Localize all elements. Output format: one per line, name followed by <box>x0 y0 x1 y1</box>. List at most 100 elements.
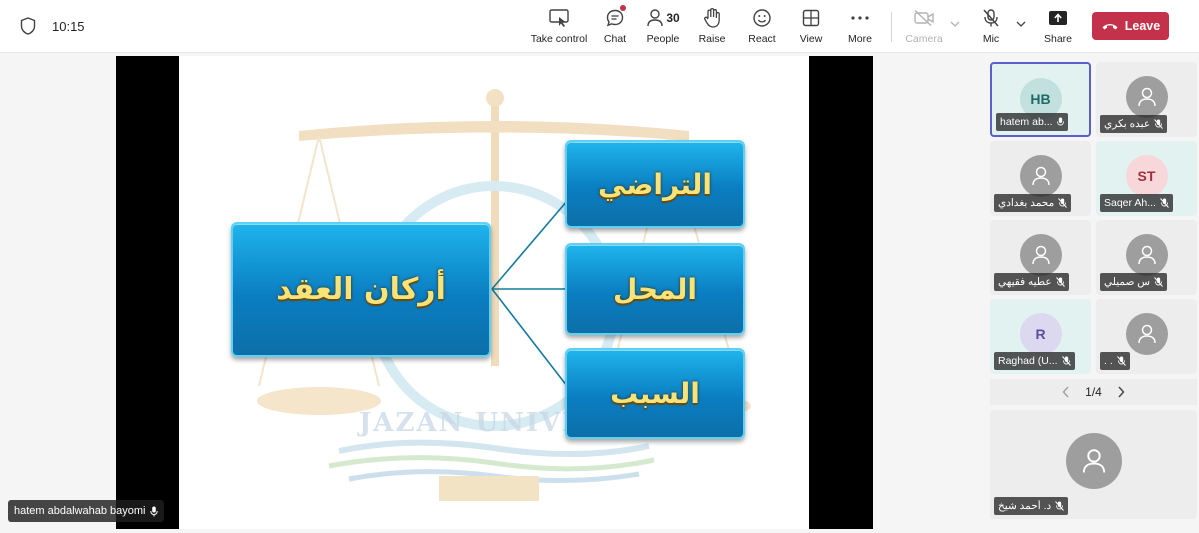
participant-name: عطيه فقيهي <box>998 276 1052 288</box>
participant-name: . . <box>1104 355 1113 367</box>
branch-text: المحل <box>612 272 698 306</box>
slide-branch-box: التراضي <box>565 140 745 228</box>
presenter-name: hatem abdalwahab bayomi <box>14 505 146 517</box>
avatar: ST <box>1125 155 1168 197</box>
camera-options-chevron-icon[interactable] <box>950 20 960 28</box>
person-icon <box>1019 234 1062 276</box>
participant-name: Saqer Ah... <box>1104 197 1156 209</box>
mic-off-icon <box>1055 501 1065 511</box>
chat-icon <box>603 5 627 30</box>
hand-icon <box>700 6 724 30</box>
take-control-button[interactable]: Take control <box>530 6 588 48</box>
share-screen-icon <box>1046 6 1070 30</box>
mic-off-icon <box>1055 277 1065 287</box>
screen-control-icon <box>547 6 571 30</box>
unread-dot <box>620 5 626 11</box>
raise-label: Raise <box>698 33 726 45</box>
mic-off-icon <box>1154 119 1163 129</box>
mic-options-chevron-icon[interactable] <box>1016 20 1026 28</box>
react-button[interactable]: React <box>747 6 777 48</box>
share-label: Share <box>1043 33 1073 45</box>
branch-text: التراضي <box>598 167 712 201</box>
mic-off-icon <box>1160 198 1169 208</box>
share-button[interactable]: Share <box>1043 6 1073 48</box>
avatar: R <box>1019 313 1062 355</box>
participant-pager: 1/4 <box>990 379 1197 405</box>
main-box-text: أركان العقد <box>276 272 446 307</box>
person-icon <box>1125 234 1168 276</box>
participant-name-tag: عبده بكري <box>1100 115 1168 133</box>
person-icon <box>1125 313 1168 355</box>
react-label: React <box>748 33 776 45</box>
participant-name: س صميلي <box>1104 276 1151 288</box>
leave-button[interactable]: Leave <box>1092 12 1169 40</box>
view-button[interactable]: View <box>797 6 825 48</box>
chat-button[interactable]: Chat <box>600 5 630 48</box>
people-button[interactable]: 30 People <box>643 6 683 48</box>
mic-label: Mic <box>982 33 1000 45</box>
mic-off-icon <box>979 6 1003 30</box>
more-label: More <box>848 33 872 45</box>
ellipsis-icon <box>848 6 872 30</box>
previous-page-chevron-icon[interactable] <box>1059 385 1073 399</box>
participant-tile[interactable]: عبده بكري <box>1096 62 1197 137</box>
participant-name: Raghad (U... <box>998 355 1058 367</box>
participant-name-tag: hatem ab... <box>996 113 1068 131</box>
mic-icon <box>150 506 159 516</box>
shared-screen-stage: JAZAN UNIVERSI أركان العقد التراضي المحل… <box>116 56 873 529</box>
presenter-name-tag: hatem abdalwahab bayomi <box>8 500 165 522</box>
people-count: 30 <box>666 11 680 25</box>
raise-hand-button[interactable]: Raise <box>698 6 726 48</box>
participant-name-tag: محمد بغدادي <box>994 194 1072 212</box>
participant-tile[interactable]: R Raghad (U... <box>990 299 1091 374</box>
person-icon <box>1065 433 1122 489</box>
slide-branch-box: المحل <box>565 243 745 335</box>
slide-main-box: أركان العقد <box>231 222 491 357</box>
slide-branch-box: السبب <box>565 348 745 439</box>
people-label: People <box>646 33 680 45</box>
participant-tile[interactable]: عطيه فقيهي <box>990 220 1091 295</box>
shield-icon <box>20 17 36 35</box>
take-control-label: Take control <box>530 33 588 45</box>
more-button[interactable]: More <box>846 6 874 48</box>
leave-label: Leave <box>1124 19 1161 33</box>
participant-tile[interactable]: ST Saqer Ah... <box>1096 141 1197 216</box>
view-label: View <box>799 33 823 45</box>
mic-off-icon <box>1154 277 1163 287</box>
participant-tile[interactable]: HB hatem ab... <box>990 62 1091 137</box>
participant-tile[interactable]: محمد بغدادي <box>990 141 1091 216</box>
smiley-icon <box>750 6 774 30</box>
person-icon <box>1019 155 1062 197</box>
participant-tile[interactable]: . . <box>1096 299 1197 374</box>
people-icon: 30 <box>644 6 682 30</box>
mic-off-icon <box>1058 198 1068 208</box>
participant-name-tag: د. أحمد شيخ <box>994 497 1069 515</box>
page-indicator: 1/4 <box>1085 385 1102 399</box>
mic-off-icon <box>1116 356 1126 366</box>
meeting-timer: 10:15 <box>52 19 85 34</box>
camera-button[interactable]: Camera <box>905 6 943 48</box>
mic-button[interactable]: Mic <box>978 6 1004 48</box>
participant-tile[interactable]: س صميلي <box>1096 220 1197 295</box>
person-icon <box>1125 76 1168 118</box>
presentation-slide: JAZAN UNIVERSI أركان العقد التراضي المحل… <box>179 56 809 529</box>
participant-name: د. أحمد شيخ <box>998 500 1052 512</box>
camera-off-icon <box>912 6 936 30</box>
participant-name-tag: Saqer Ah... <box>1100 194 1173 212</box>
next-page-chevron-icon[interactable] <box>1114 385 1128 399</box>
camera-label: Camera <box>905 33 943 45</box>
participant-name-tag: . . <box>1100 352 1130 370</box>
meeting-toolbar: 10:15 Take control Chat 30 People Raise … <box>0 0 1199 53</box>
spotlight-participant-tile[interactable]: د. أحمد شيخ <box>990 410 1197 519</box>
hang-up-icon <box>1102 24 1118 30</box>
grid-view-icon <box>799 6 823 30</box>
mic-off-icon <box>1061 356 1071 366</box>
participant-name-tag: س صميلي <box>1100 273 1168 291</box>
participant-name-tag: Raghad (U... <box>994 352 1075 370</box>
toolbar-divider <box>891 12 892 42</box>
branch-text: السبب <box>610 377 700 410</box>
participant-name: hatem ab... <box>1000 116 1053 128</box>
participant-name: عبده بكري <box>1104 118 1151 130</box>
mic-icon <box>1056 117 1064 126</box>
chat-label: Chat <box>603 33 627 45</box>
